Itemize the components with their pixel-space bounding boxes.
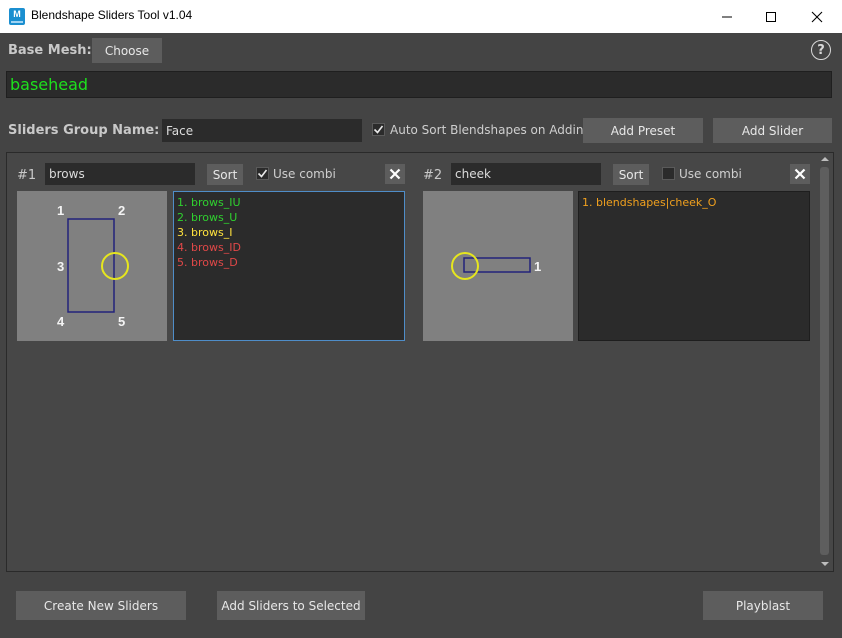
slider-number: #2 <box>423 168 443 183</box>
maya-app-icon: M <box>9 8 25 25</box>
remove-slider-button[interactable] <box>385 164 405 184</box>
close-icon <box>811 11 823 22</box>
minimize-button[interactable] <box>704 0 750 33</box>
sliders-group-name-input[interactable]: Face <box>162 119 362 142</box>
slider-handle <box>101 252 129 280</box>
use-combi-checkbox[interactable] <box>662 167 675 180</box>
slider-shape-outline <box>463 257 531 273</box>
close-icon <box>389 168 401 180</box>
maximize-button[interactable] <box>748 0 794 33</box>
window-title: Blendshape Sliders Tool v1.04 <box>31 8 193 22</box>
add-sliders-to-selected-button[interactable]: Add Sliders to Selected <box>217 591 365 620</box>
slider-name-input[interactable]: brows <box>45 163 195 185</box>
scroll-down-icon <box>821 562 829 566</box>
point-label: 1 <box>57 203 65 218</box>
point-label: 1 <box>534 259 542 274</box>
slider-number: #1 <box>17 168 37 183</box>
point-label: 4 <box>57 314 65 329</box>
sliders-group-name-label: Sliders Group Name: <box>8 123 160 138</box>
minimize-icon <box>722 16 732 17</box>
point-label: 3 <box>57 259 65 274</box>
use-combi-label: Use combi <box>273 167 336 181</box>
checkmark-icon <box>373 125 384 134</box>
list-item[interactable]: 4. brows_ID <box>177 240 401 255</box>
maximize-icon <box>766 11 776 22</box>
title-bar: M Blendshape Sliders Tool v1.04 <box>0 0 842 33</box>
list-item[interactable]: 2. brows_U <box>177 210 401 225</box>
remove-slider-button[interactable] <box>790 164 810 184</box>
point-label: 2 <box>118 203 126 218</box>
choose-button[interactable]: Choose <box>92 38 162 63</box>
scroll-up-icon <box>821 157 829 161</box>
use-combi-label: Use combi <box>679 167 742 181</box>
base-mesh-label: Base Mesh: <box>8 43 92 58</box>
list-item[interactable]: 3. brows_I <box>177 225 401 240</box>
sort-button[interactable]: Sort <box>207 164 243 185</box>
slider-name-input[interactable]: cheek <box>451 163 601 185</box>
use-combi-checkbox[interactable] <box>256 167 269 180</box>
checkmark-icon <box>257 169 268 178</box>
slider-canvas[interactable]: 1 2 3 4 5 <box>17 191 167 341</box>
list-item[interactable]: 1. brows_IU <box>177 195 401 210</box>
slider-shape-outline <box>67 218 115 313</box>
slider-handle <box>451 252 479 280</box>
playblast-button[interactable]: Playblast <box>703 591 823 620</box>
list-item[interactable]: 1. blendshapes|cheek_O <box>582 195 806 210</box>
blendshape-list[interactable]: 1. blendshapes|cheek_O <box>578 191 810 341</box>
slider-canvas[interactable]: 1 <box>423 191 573 341</box>
sort-button[interactable]: Sort <box>613 164 649 185</box>
auto-sort-checkbox[interactable] <box>372 123 385 136</box>
close-window-button[interactable] <box>794 0 840 33</box>
close-icon <box>794 168 806 180</box>
add-slider-button[interactable]: Add Slider <box>713 118 832 143</box>
blendshape-list[interactable]: 1. brows_IU 2. brows_U 3. brows_I 4. bro… <box>173 191 405 341</box>
scrollbar-thumb[interactable] <box>820 167 829 555</box>
add-preset-button[interactable]: Add Preset <box>583 118 703 143</box>
create-new-sliders-button[interactable]: Create New Sliders <box>16 591 186 620</box>
point-label: 5 <box>118 314 126 329</box>
auto-sort-label: Auto Sort Blendshapes on Adding <box>390 123 592 137</box>
list-item[interactable]: 5. brows_D <box>177 255 401 270</box>
base-mesh-field[interactable]: basehead <box>6 71 832 98</box>
vertical-scrollbar[interactable] <box>818 153 832 571</box>
help-icon[interactable]: ? <box>811 40 831 60</box>
